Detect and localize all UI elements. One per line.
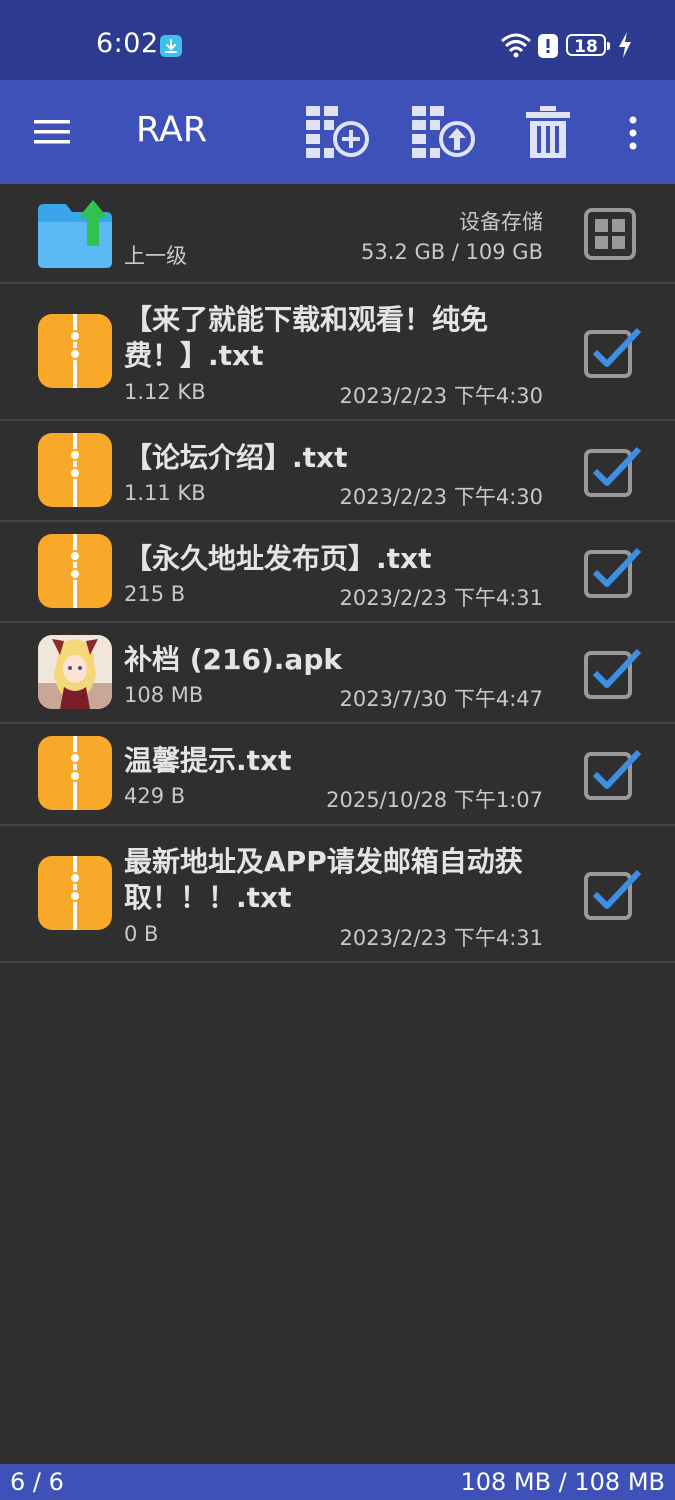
- file-date: 2023/2/23 下午4:30: [339, 485, 543, 509]
- archive-file-icon: [38, 534, 112, 608]
- add-to-archive-icon[interactable]: [306, 106, 370, 160]
- file-size: 1.12 KB: [124, 380, 206, 404]
- file-size: 429 B: [124, 784, 186, 808]
- checkbox-checked-icon[interactable]: [584, 647, 642, 699]
- folder-up-icon: [38, 200, 112, 268]
- status-time: 6:02: [96, 28, 159, 59]
- archive-file-icon: [38, 314, 112, 388]
- extract-icon[interactable]: [412, 106, 476, 160]
- file-row[interactable]: 【来了就能下载和观看！纯免费！】.txt 1.12 KB 2023/2/23 下…: [0, 284, 675, 421]
- more-icon[interactable]: [626, 116, 640, 150]
- battery-icon: 18: [566, 34, 610, 57]
- selection-summary-bar: 6 / 6 108 MB / 108 MB: [0, 1464, 675, 1500]
- file-row[interactable]: 温馨提示.txt 429 B 2025/10/28 下午1:07: [0, 724, 675, 826]
- app-toolbar: RAR: [0, 80, 675, 184]
- parent-directory-label: 上一级: [124, 244, 187, 268]
- file-name: 【来了就能下载和观看！纯免费！】.txt: [124, 303, 489, 372]
- file-date: 2023/7/30 下午4:47: [339, 687, 543, 711]
- status-bar: 6:02 18: [0, 0, 675, 80]
- file-name: 补档 (216).apk: [124, 643, 342, 676]
- file-row[interactable]: 补档 (216).apk 108 MB 2023/7/30 下午4:47: [0, 623, 675, 724]
- delete-icon[interactable]: [526, 106, 570, 158]
- file-row[interactable]: 最新地址及APP请发邮箱自动获取！！！.txt 0 B 2023/2/23 下午…: [0, 826, 675, 963]
- checkbox-checked-icon[interactable]: [584, 445, 642, 497]
- storage-usage: 53.2 GB / 109 GB: [361, 240, 543, 264]
- file-size: 0 B: [124, 922, 159, 946]
- file-date: 2023/2/23 下午4:31: [339, 586, 543, 610]
- archive-file-icon: [38, 736, 112, 810]
- apk-thumbnail: [38, 635, 112, 709]
- file-row[interactable]: 【论坛介绍】.txt 1.11 KB 2023/2/23 下午4:30: [0, 421, 675, 522]
- checkbox-checked-icon[interactable]: [584, 546, 642, 598]
- file-size: 108 MB: [124, 683, 204, 707]
- checkbox-checked-icon[interactable]: [584, 748, 642, 800]
- file-date: 2023/2/23 下午4:31: [339, 926, 543, 950]
- selection-size: 108 MB / 108 MB: [460, 1468, 665, 1496]
- file-size: 215 B: [124, 582, 186, 606]
- parent-directory-row[interactable]: 上一级 设备存储 53.2 GB / 109 GB: [0, 184, 675, 284]
- file-date: 2025/10/28 下午1:07: [326, 788, 543, 812]
- app-title: RAR: [136, 110, 208, 150]
- storage-label: 设备存储: [459, 210, 543, 234]
- checkbox-checked-icon[interactable]: [584, 326, 642, 378]
- checkbox-checked-icon[interactable]: [584, 868, 642, 920]
- file-name: 【永久地址发布页】.txt: [124, 542, 432, 575]
- charging-icon: [619, 32, 631, 58]
- selection-count: 6 / 6: [10, 1468, 64, 1496]
- grid-view-icon[interactable]: [584, 208, 636, 260]
- file-name: 温馨提示.txt: [124, 744, 292, 777]
- menu-icon[interactable]: [34, 118, 72, 146]
- archive-file-icon: [38, 856, 112, 930]
- file-name: 最新地址及APP请发邮箱自动获取！！！.txt: [124, 845, 523, 914]
- archive-file-icon: [38, 433, 112, 507]
- file-name: 【论坛介绍】.txt: [124, 441, 348, 474]
- download-badge-icon: [160, 35, 182, 57]
- wifi-icon: [501, 33, 531, 58]
- alert-icon: [538, 34, 558, 58]
- file-row[interactable]: 【永久地址发布页】.txt 215 B 2023/2/23 下午4:31: [0, 522, 675, 623]
- file-date: 2023/2/23 下午4:30: [339, 384, 543, 408]
- file-size: 1.11 KB: [124, 481, 206, 505]
